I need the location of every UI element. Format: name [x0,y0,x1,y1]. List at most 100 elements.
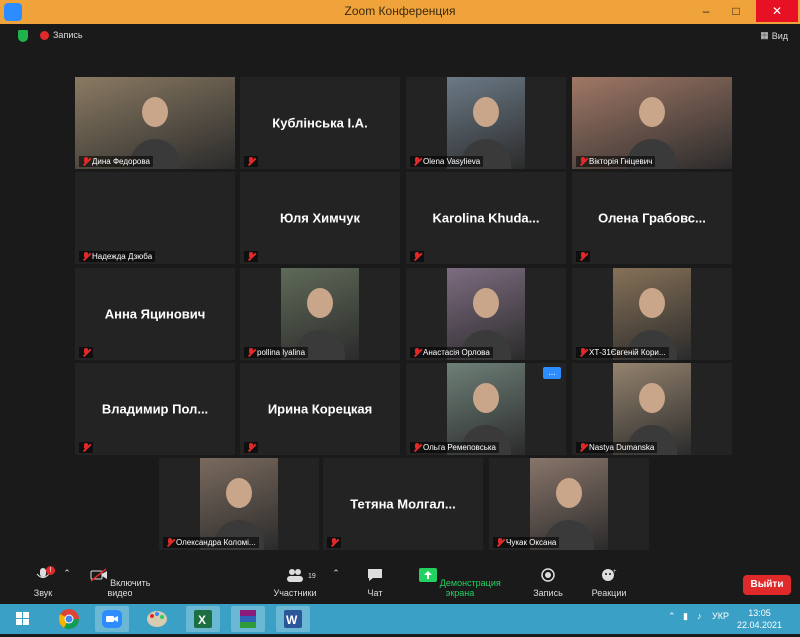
participant-name-label: Nastya Dumanska [576,442,658,453]
clock-time: 13:05 [748,608,771,618]
participant-tile[interactable]: Ольга Ремеповська... [406,363,566,455]
close-button[interactable]: ✕ [756,0,798,22]
participant-tile[interactable]: Кублінська І.А. [240,77,400,169]
participant-name: Вікторія Гніцевич [589,157,653,166]
windows-start-icon[interactable] [6,606,40,632]
recording-indicator[interactable]: Запись [40,30,83,40]
participant-name-label [244,156,258,167]
share-screen-button[interactable]: Демонстрация экрана [410,568,510,598]
leave-button[interactable]: Выйти [743,575,791,595]
record-icon [541,568,555,582]
mic-muted-icon [82,157,90,166]
participant-tile[interactable]: Дина Федорова [75,77,235,169]
mic-muted-icon [413,348,421,357]
mic-muted-icon [247,252,255,261]
person-silhouette [473,288,499,319]
participant-name: Надежда Дзюба [92,252,153,261]
audio-options-chevron-icon[interactable]: ⌃ [62,568,72,579]
participant-display-name: Владимир Пол... [101,401,209,417]
person-silhouette [639,383,665,414]
audio-label: Звук [33,588,53,598]
chrome-icon[interactable] [52,606,86,632]
participant-name-label: Olena Vasylieva [410,156,484,167]
participant-tile[interactable]: Ирина Корецкая [240,363,400,455]
participant-tile[interactable]: Nastya Dumanska [572,363,732,455]
mic-muted-icon [413,443,421,452]
paint-icon[interactable] [140,606,174,632]
mic-muted-icon [579,348,587,357]
participant-tile[interactable]: Олександра Коломі... [159,458,319,550]
share-screen-label: Демонстрация экрана [439,578,501,598]
participant-tile[interactable]: Чукак Оксана [489,458,649,550]
mic-muted-icon [579,157,587,166]
participant-display-name: Кублінська І.А. [272,115,368,131]
minimize-button[interactable]: – [692,0,720,22]
windows-taskbar: X W ⌃ ▮ ♪ УКР 13:05 22.04.2021 [0,604,800,634]
participant-name-label: Анастасія Орлова [410,347,493,358]
participant-name: Nastya Dumanska [589,443,655,452]
record-label: Запись [533,588,563,598]
person-silhouette [142,97,168,128]
word-icon[interactable]: W [276,606,310,632]
participant-tile[interactable]: Анастасія Орлова [406,268,566,360]
mic-muted-icon [579,443,587,452]
participants-button[interactable]: Участники [265,568,325,598]
start-video-button[interactable]: Включить видео [80,568,160,598]
participant-name-label: pollina lyalina [244,347,309,358]
participant-tile[interactable]: Надежда Дзюба [75,172,235,264]
participant-tile[interactable]: pollina lyalina [240,268,400,360]
more-options-icon[interactable]: ... [543,367,561,379]
title-bar: Zoom Конференция – □ ✕ [0,0,800,24]
participant-tile[interactable]: Вікторія Гніцевич [572,77,732,169]
participant-name-label [79,442,93,453]
participant-tile[interactable]: Тетяна Молгал... [323,458,483,550]
participant-tile[interactable]: Юля Химчук [240,172,400,264]
excel-icon[interactable]: X [186,606,220,632]
chat-label: Чат [367,588,383,598]
participant-name-label [244,442,258,453]
participant-name-label: Надежда Дзюба [79,251,156,262]
participant-name-label [410,251,424,262]
participant-name-label [576,251,590,262]
video-off-icon [90,568,107,582]
mic-muted-icon [82,443,90,452]
mic-muted-icon [413,157,421,166]
participant-display-name: Ирина Корецкая [267,401,373,417]
reactions-button[interactable]: + Реакции [588,568,630,598]
view-button[interactable]: ▦ Вид [760,30,788,41]
participants-icon [287,569,303,582]
svg-text:X: X [198,613,206,627]
mic-muted-icon [82,348,90,357]
participant-tile[interactable]: Olena Vasylieva [406,77,566,169]
audio-warning-badge: ! [46,566,55,575]
participant-name: Олександра Коломі... [176,538,256,547]
view-label: Вид [771,30,788,41]
participant-name-label: Ольга Ремеповська [410,442,499,453]
person-silhouette [307,288,333,319]
participant-tile[interactable]: Владимир Пол... [75,363,235,455]
security-shield-icon[interactable] [18,30,28,42]
maximize-button[interactable]: □ [722,0,750,22]
network-icon[interactable]: ▮ [683,611,688,622]
tray-expand-icon[interactable]: ⌃ [668,611,676,622]
participant-display-name: Анна Яцинович [104,306,206,322]
window-title: Zoom Конференция [344,4,456,18]
participant-name: pollina lyalina [257,348,306,357]
winrar-icon[interactable] [231,606,265,632]
participant-tile[interactable]: Karolina Khuda... [406,172,566,264]
participant-tile[interactable]: ХТ-31Євгеній Кори... [572,268,732,360]
participant-name: Olena Vasylieva [423,157,481,166]
zoom-taskbar-icon[interactable] [95,606,129,632]
person-silhouette [226,478,252,509]
chat-button[interactable]: Чат [360,568,390,598]
participants-chevron-icon[interactable]: ⌃ [331,568,341,579]
participant-name-label: Вікторія Гніцевич [576,156,656,167]
participant-tile[interactable]: Анна Яцинович [75,268,235,360]
clock[interactable]: 13:05 22.04.2021 [737,607,782,631]
participant-tile[interactable]: Олена Грабовс... [572,172,732,264]
volume-icon[interactable]: ♪ [697,611,702,621]
participant-name-label: Дина Федорова [79,156,153,167]
participant-name-label [79,347,93,358]
language-indicator[interactable]: УКР [712,611,729,621]
record-button[interactable]: Запись [530,568,566,598]
